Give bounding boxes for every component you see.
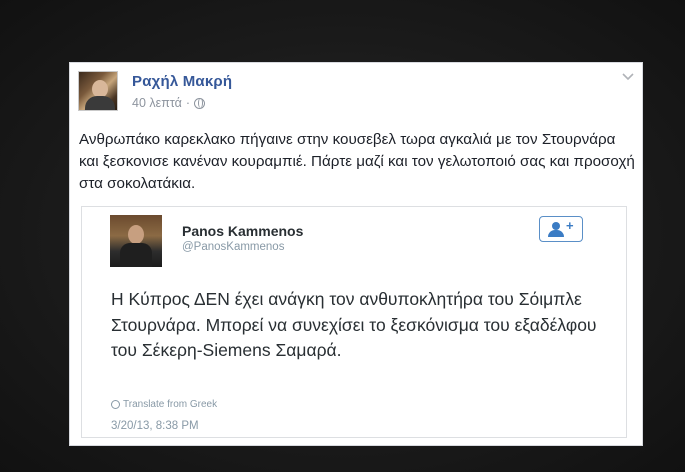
post-text: Ανθρωπάκο καρεκλακο πήγαινε στην κουσεβε… bbox=[79, 131, 635, 192]
avatar-body bbox=[85, 96, 115, 110]
tweet-text: Η Κύπρος ΔΕΝ έχει ανάγκη τον ανθυποκλητή… bbox=[111, 289, 597, 360]
author-name[interactable]: Ραχήλ Μακρή bbox=[132, 73, 232, 90]
plus-icon: + bbox=[566, 218, 574, 233]
globe-icon[interactable] bbox=[193, 97, 205, 109]
embedded-tweet[interactable]: Panos Kammenos @PanosKammenos + Η Κύπρος… bbox=[81, 206, 627, 438]
tweet-date[interactable]: 3/20/13, 8:38 PM bbox=[111, 420, 199, 432]
author-avatar[interactable] bbox=[78, 71, 118, 111]
translate-label: Translate from Greek bbox=[123, 399, 218, 410]
chevron-down-icon[interactable] bbox=[622, 69, 634, 84]
post-meta: 40 λεπτά · bbox=[132, 96, 205, 110]
follow-user-icon-body bbox=[548, 230, 564, 237]
tweet-author-avatar[interactable] bbox=[110, 215, 162, 267]
tweet-author-name[interactable]: Panos Kammenos bbox=[182, 223, 303, 239]
translate-link[interactable]: Translate from Greek bbox=[111, 399, 217, 410]
post-time[interactable]: 40 λεπτά bbox=[132, 96, 182, 110]
follow-button[interactable]: + bbox=[539, 216, 583, 242]
meta-separator: · bbox=[185, 96, 190, 110]
facebook-post: Ραχήλ Μακρή 40 λεπτά · Ανθρωπάκο καρεκλα… bbox=[69, 62, 643, 446]
follow-user-icon bbox=[552, 222, 560, 230]
tweet-avatar-face bbox=[128, 225, 144, 244]
tweet-author-handle[interactable]: @PanosKammenos bbox=[182, 241, 284, 253]
translate-icon bbox=[111, 400, 120, 409]
tweet-avatar-body bbox=[120, 243, 152, 267]
